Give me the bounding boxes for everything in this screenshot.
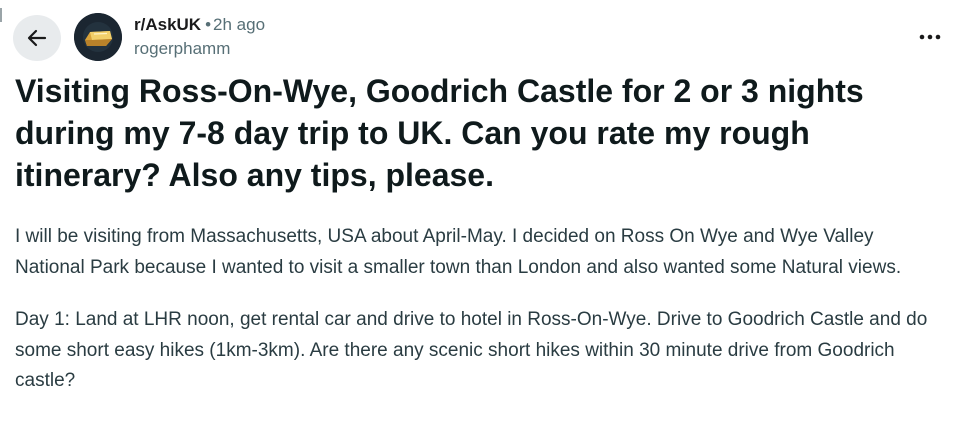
more-horizontal-icon xyxy=(919,34,941,40)
more-options-button[interactable] xyxy=(912,22,948,52)
author-link[interactable]: rogerphamm xyxy=(134,38,230,60)
post-body: I will be visiting from Massachusetts, U… xyxy=(15,222,945,419)
post-paragraph: I will be visiting from Massachusetts, U… xyxy=(15,226,902,278)
post-header: r/AskUK • 2h ago rogerphamm xyxy=(0,0,960,62)
post-title: Visiting Ross-On-Wye, Goodrich Castle fo… xyxy=(15,73,864,193)
post-meta: r/AskUK • 2h ago xyxy=(134,14,265,36)
back-button[interactable] xyxy=(13,15,61,61)
gold-bar-icon xyxy=(74,13,122,61)
post-paragraph: Day 1: Land at LHR noon, get rental car … xyxy=(15,309,928,391)
subreddit-avatar[interactable] xyxy=(74,13,122,61)
arrow-left-icon xyxy=(27,29,47,47)
subreddit-link[interactable]: r/AskUK xyxy=(134,15,201,34)
meta-separator: • xyxy=(205,15,212,34)
post-time: 2h ago xyxy=(213,15,266,34)
